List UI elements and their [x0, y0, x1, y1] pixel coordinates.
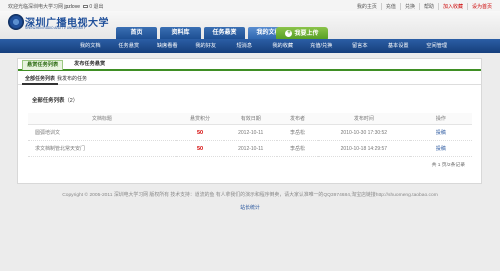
row-points: 50: [175, 140, 225, 157]
welcome-area: 欢迎光临深圳电大学习网 jpzlove 0 退出: [8, 3, 104, 10]
nav-messages[interactable]: 短消息: [225, 39, 264, 53]
top-links: 我的主页 充值 兑换 帮助 加入收藏 设为首页: [353, 3, 496, 10]
user-nav-bar: 我的文档 任务悬赏 缺席看看 我的好友 短消息 我的收藏 充值/兑换 留言本 基…: [0, 39, 500, 53]
upload-label: 我要上传: [294, 31, 319, 37]
col-publish-time: 发布时间: [318, 113, 410, 125]
task-subtabs: 全部任务列表 我发布的任务: [18, 74, 481, 85]
col-valid-date: 有效日期: [224, 113, 278, 125]
copyright-text: Copyright © 2005-2011 深圳电大学习网 版权所有 技术支持：…: [62, 193, 438, 198]
section-title: 全部任务列表（2）: [32, 96, 78, 104]
logout-link[interactable]: 退出: [94, 4, 104, 10]
help-link[interactable]: 帮助: [418, 3, 438, 10]
mail-icon[interactable]: [83, 4, 89, 9]
subtab-my-tasks[interactable]: 我发布的任务: [54, 75, 90, 82]
set-homepage-link[interactable]: 设为首页: [466, 3, 496, 10]
exchange-link[interactable]: 兑换: [399, 3, 419, 10]
row-publish-time: 2010-10-18 14:29:57: [318, 140, 410, 157]
site-footer: Copyright © 2005-2011 深圳电大学习网 版权所有 技术支持：…: [0, 191, 500, 211]
row-author: 李岳松: [277, 140, 319, 157]
stats-link[interactable]: 站长统计: [0, 204, 500, 211]
row-points: 50: [175, 124, 225, 141]
submit-link[interactable]: 投稿: [409, 140, 472, 157]
add-favorite-link[interactable]: 加入收藏: [437, 3, 467, 10]
nav-guestbook[interactable]: 留言本: [341, 39, 380, 53]
col-points: 悬赏积分: [175, 113, 225, 125]
section-count: （2）: [64, 98, 79, 104]
subtab-all-tasks[interactable]: 全部任务列表: [22, 75, 59, 85]
table-row: 圆弧培训文 50 2012-10-11 李岳松 2010-10-30 17:30…: [28, 124, 472, 141]
my-homepage-link[interactable]: 我的主页: [353, 3, 381, 10]
row-author: 李岳松: [277, 124, 319, 141]
nav-favorites[interactable]: 我的收藏: [264, 39, 303, 53]
task-panel: 悬赏任务列表 发布任务悬赏 全部任务列表 我发布的任务 全部任务列表（2） 文档…: [17, 58, 482, 184]
row-title[interactable]: 圆弧培训文: [28, 124, 176, 141]
table-row: 求文档制管北常天安门 50 2012-10-11 李岳松 2010-10-18 …: [28, 140, 472, 157]
submit-link[interactable]: 投稿: [409, 124, 472, 141]
section-title-text: 全部任务列表: [32, 98, 65, 104]
table-header-row: 文档标题 悬赏积分 有效日期 发布者 发布时间 操作: [28, 113, 472, 125]
nav-space-management[interactable]: 空间管理: [418, 39, 457, 53]
mail-count[interactable]: 0: [89, 4, 92, 10]
nav-task-reward[interactable]: 任务悬赏: [110, 39, 149, 53]
row-publish-time: 2010-10-30 17:30:52: [318, 124, 410, 141]
university-emblem-icon: [8, 14, 24, 30]
plus-icon: +: [285, 29, 293, 37]
row-title[interactable]: 求文档制管北常天安门: [28, 140, 176, 157]
recharge-link[interactable]: 充值: [380, 3, 400, 10]
row-valid-date: 2012-10-11: [224, 124, 278, 141]
nav-look[interactable]: 缺席看看: [148, 39, 187, 53]
nav-my-friends[interactable]: 我的好友: [187, 39, 226, 53]
tab-task-reward[interactable]: 任务悬赏: [204, 27, 245, 39]
main-tabs: 首页 资料库 任务悬赏 我的文档: [116, 27, 289, 39]
tab-task-list[interactable]: 悬赏任务列表: [22, 60, 64, 70]
tab-home[interactable]: 首页: [116, 27, 157, 39]
welcome-text: 欢迎光临深圳电大学习网: [8, 4, 64, 10]
nav-my-documents[interactable]: 我的文档: [71, 39, 110, 53]
logo-name-en: SHENZHEN RADIO AND TV UNIVERSITY: [25, 26, 86, 30]
row-valid-date: 2012-10-11: [224, 140, 278, 157]
site-logo[interactable]: 深圳广播电视大学 SHENZHEN RADIO AND TV UNIVERSIT…: [8, 14, 109, 38]
username-link[interactable]: jpzlove: [64, 4, 80, 10]
task-tabs: 悬赏任务列表 发布任务悬赏: [18, 59, 481, 71]
tab-publish-task[interactable]: 发布任务悬赏: [70, 60, 109, 69]
tab-library[interactable]: 资料库: [160, 27, 201, 39]
task-table: 文档标题 悬赏积分 有效日期 发布者 发布时间 操作 圆弧培训文 50 2012…: [28, 113, 472, 157]
col-title: 文档标题: [28, 113, 176, 125]
col-author: 发布者: [277, 113, 319, 125]
nav-settings[interactable]: 基本设置: [379, 39, 418, 53]
pagination-info: 共 1 页/2条记录: [431, 163, 465, 168]
nav-recharge-exchange[interactable]: 充值/兑换: [302, 39, 341, 53]
col-action: 操作: [409, 113, 472, 125]
